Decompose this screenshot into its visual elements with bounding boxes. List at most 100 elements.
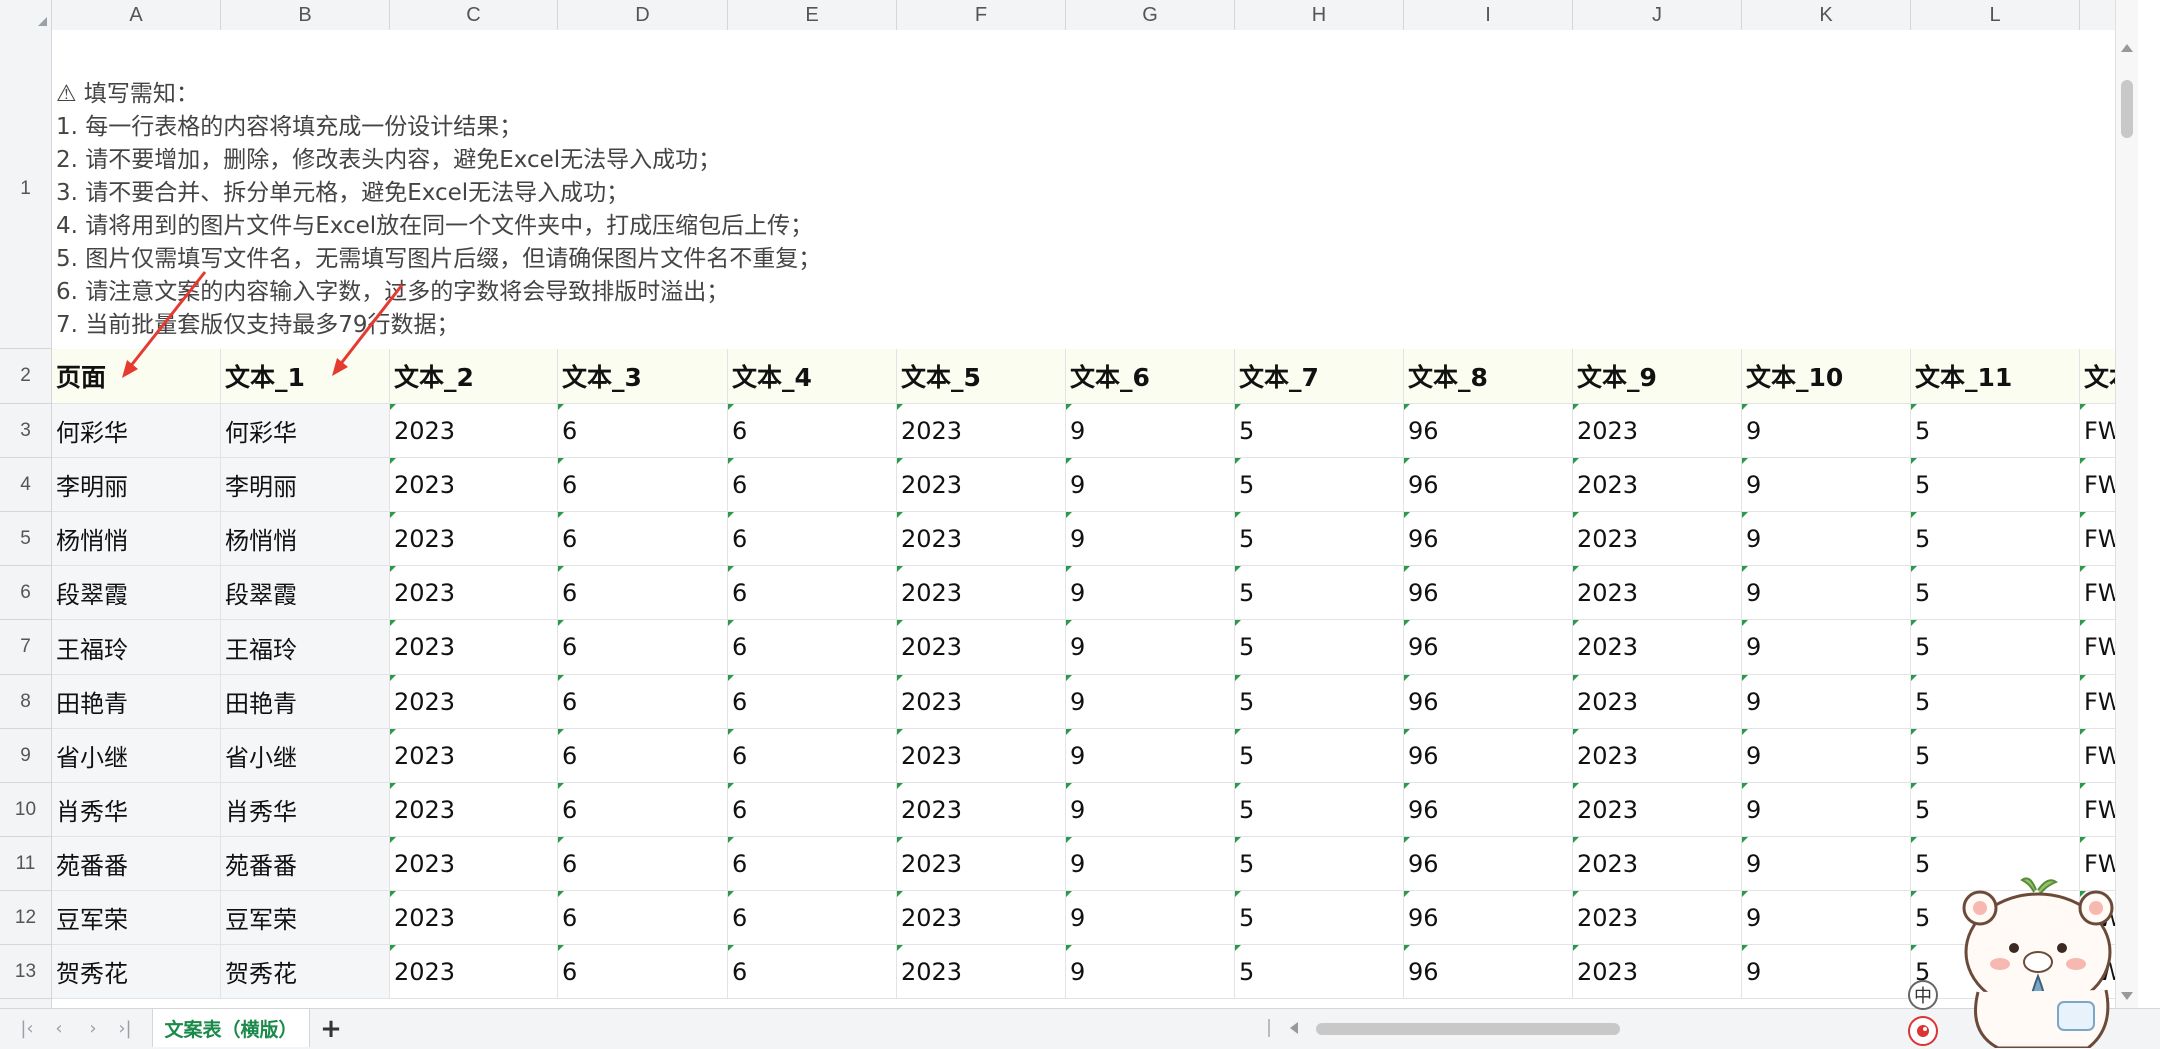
table-cell[interactable]: 何彩华 (52, 404, 221, 458)
table-cell[interactable]: 2023 (390, 891, 558, 945)
table-cell[interactable]: 6 (558, 404, 728, 458)
table-cell[interactable]: 9 (1742, 458, 1911, 512)
table-cell[interactable]: 肖秀华 (52, 783, 221, 837)
table-cell[interactable]: 6 (558, 620, 728, 675)
table-cell[interactable]: 苑番番 (221, 837, 390, 891)
table-cell[interactable]: 2023 (1573, 512, 1742, 566)
table-cell[interactable]: 6 (558, 891, 728, 945)
table-cell[interactable]: 9 (1066, 837, 1235, 891)
header-cell[interactable]: 文本_9 (1573, 349, 1742, 404)
table-cell[interactable]: 杨悄悄 (52, 512, 221, 566)
prev-sheet-icon[interactable]: ‹ (46, 1017, 72, 1041)
column-header-c[interactable]: C (390, 0, 558, 30)
assistant-icon[interactable] (1908, 1016, 1938, 1046)
header-cell[interactable]: 文本_3 (558, 349, 728, 404)
table-cell[interactable]: 2023 (897, 837, 1066, 891)
table-cell[interactable]: 9 (1066, 945, 1235, 999)
column-header-a[interactable]: A (52, 0, 221, 30)
table-cell[interactable]: 6 (728, 566, 897, 620)
table-cell[interactable]: 2023 (390, 945, 558, 999)
table-cell[interactable]: 2023 (390, 675, 558, 729)
table-cell[interactable]: 王福玲 (52, 620, 221, 675)
select-all-corner[interactable] (0, 0, 52, 30)
table-cell[interactable]: 5 (1911, 675, 2080, 729)
table-cell[interactable]: 2023 (390, 404, 558, 458)
header-cell[interactable]: 页面 (52, 349, 221, 404)
table-cell[interactable]: 2023 (1573, 566, 1742, 620)
ime-indicator[interactable]: 中 (1908, 980, 1938, 1010)
row-header-2[interactable]: 2 (0, 349, 51, 404)
horizontal-scroll-thumb[interactable] (1316, 1023, 1620, 1035)
table-cell[interactable]: 9 (1066, 675, 1235, 729)
table-cell[interactable]: 9 (1742, 566, 1911, 620)
table-cell[interactable]: 2023 (1573, 945, 1742, 999)
mascot-widget[interactable]: 中 (1908, 872, 2138, 1048)
table-cell[interactable]: 6 (728, 404, 897, 458)
table-cell[interactable]: 5 (1235, 837, 1404, 891)
table-cell[interactable]: 6 (728, 620, 897, 675)
table-cell[interactable]: 5 (1235, 566, 1404, 620)
vertical-scrollbar[interactable] (2115, 0, 2138, 1008)
table-cell[interactable]: 2023 (390, 458, 558, 512)
table-cell[interactable]: 9 (1742, 945, 1911, 999)
table-cell[interactable]: 5 (1235, 620, 1404, 675)
table-cell[interactable]: 96 (1404, 566, 1573, 620)
table-cell[interactable]: 6 (558, 837, 728, 891)
table-cell[interactable]: 段翠霞 (52, 566, 221, 620)
table-cell[interactable]: 2023 (390, 837, 558, 891)
table-cell[interactable]: 6 (728, 891, 897, 945)
table-cell[interactable]: 6 (728, 512, 897, 566)
table-cell[interactable]: 9 (1742, 729, 1911, 783)
table-cell[interactable]: 9 (1742, 620, 1911, 675)
table-cell[interactable]: 2023 (1573, 729, 1742, 783)
header-cell[interactable]: 文本_7 (1235, 349, 1404, 404)
notice-cell[interactable]: ⚠ 填写需知： 1. 每一行表格的内容将填充成一份设计结果； 2. 请不要增加，删除… (52, 30, 2138, 350)
table-cell[interactable]: 5 (1911, 458, 2080, 512)
table-cell[interactable]: 96 (1404, 837, 1573, 891)
table-cell[interactable]: 6 (728, 675, 897, 729)
table-cell[interactable]: 2023 (1573, 783, 1742, 837)
table-cell[interactable]: 田艳青 (52, 675, 221, 729)
table-cell[interactable]: 6 (558, 512, 728, 566)
table-cell[interactable]: 5 (1911, 404, 2080, 458)
table-cell[interactable]: 王福玲 (221, 620, 390, 675)
table-cell[interactable]: 豆军荣 (221, 891, 390, 945)
sheet-tab-active[interactable]: 文案表（横版） (152, 1009, 310, 1047)
table-cell[interactable]: 贺秀花 (52, 945, 221, 999)
next-sheet-icon[interactable]: › (80, 1017, 106, 1041)
table-cell[interactable]: 96 (1404, 404, 1573, 458)
table-cell[interactable]: 5 (1235, 458, 1404, 512)
table-cell[interactable]: 2023 (1573, 458, 1742, 512)
table-cell[interactable]: 省小继 (221, 729, 390, 783)
table-cell[interactable]: 2023 (897, 675, 1066, 729)
table-cell[interactable]: 5 (1235, 404, 1404, 458)
row-header-4[interactable]: 4 (0, 458, 51, 512)
table-cell[interactable]: 5 (1911, 729, 2080, 783)
header-cell[interactable]: 文本_1 (221, 349, 390, 404)
column-header-d[interactable]: D (558, 0, 728, 30)
header-cell[interactable]: 文本_11 (1911, 349, 2080, 404)
table-cell[interactable]: 苑番番 (52, 837, 221, 891)
table-cell[interactable]: 2023 (897, 566, 1066, 620)
table-cell[interactable]: 2023 (897, 729, 1066, 783)
table-cell[interactable]: 9 (1742, 404, 1911, 458)
add-sheet-button[interactable]: + (318, 1015, 344, 1043)
table-cell[interactable]: 96 (1404, 675, 1573, 729)
table-cell[interactable]: 96 (1404, 620, 1573, 675)
table-cell[interactable]: 肖秀华 (221, 783, 390, 837)
table-cell[interactable]: 2023 (897, 458, 1066, 512)
row-header-13[interactable]: 13 (0, 945, 51, 999)
table-cell[interactable]: 96 (1404, 458, 1573, 512)
table-cell[interactable]: 贺秀花 (221, 945, 390, 999)
table-cell[interactable]: 9 (1742, 783, 1911, 837)
table-cell[interactable]: 2023 (897, 620, 1066, 675)
table-cell[interactable]: 2023 (1573, 891, 1742, 945)
row-header-12[interactable]: 12 (0, 891, 51, 945)
table-cell[interactable]: 2023 (1573, 837, 1742, 891)
last-sheet-icon[interactable]: ›| (112, 1017, 138, 1041)
table-cell[interactable]: 6 (728, 783, 897, 837)
table-cell[interactable]: 9 (1066, 458, 1235, 512)
header-cell[interactable]: 文本_2 (390, 349, 558, 404)
header-cell[interactable]: 文本_5 (897, 349, 1066, 404)
table-cell[interactable]: 2023 (897, 783, 1066, 837)
